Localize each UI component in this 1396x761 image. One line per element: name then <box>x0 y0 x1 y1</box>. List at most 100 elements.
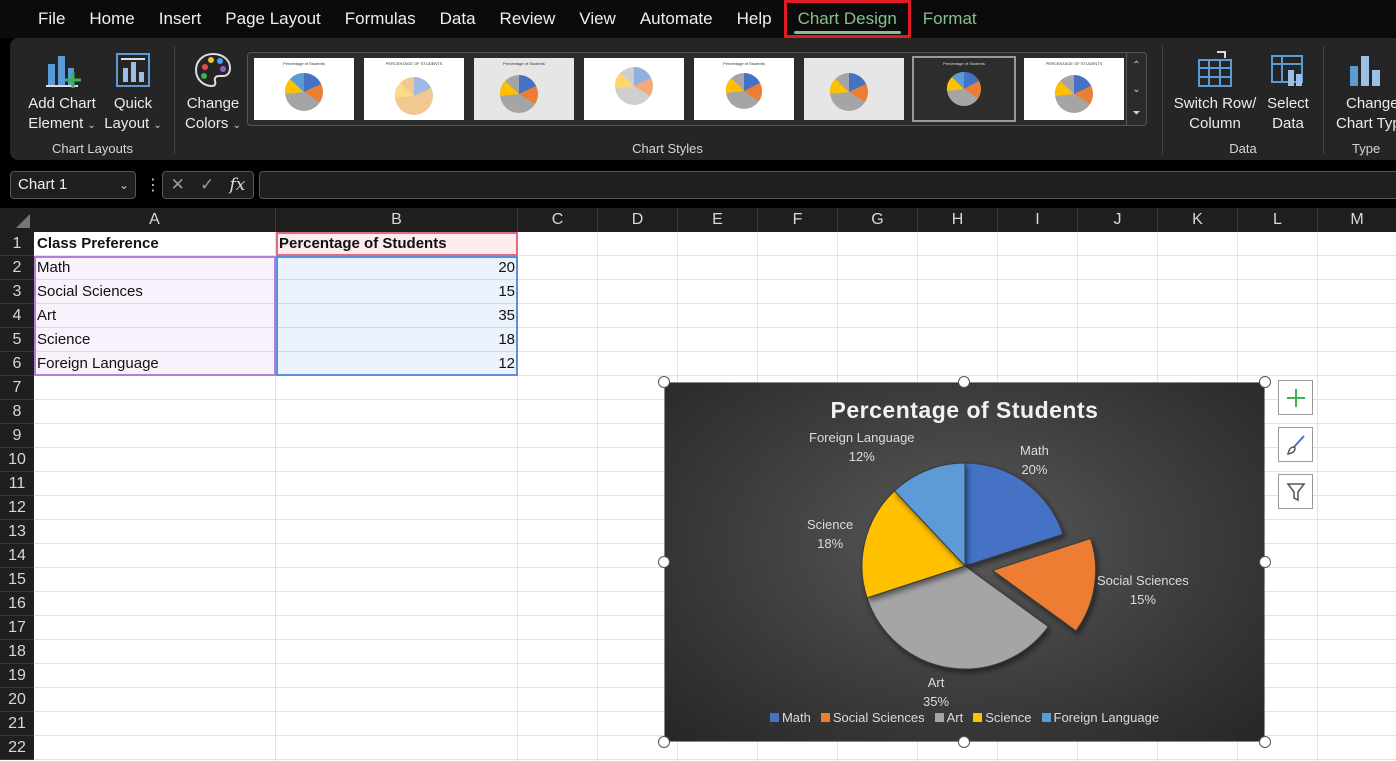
menu-view[interactable]: View <box>567 0 628 38</box>
menu-file[interactable]: File <box>26 0 77 38</box>
column-header-d[interactable]: D <box>598 208 678 232</box>
column-header-b[interactable]: B <box>276 208 518 232</box>
chart-style-thumb-2[interactable]: PERCENTAGE OF STUDENTS <box>364 58 464 120</box>
enter-icon[interactable]: ✓ <box>200 175 214 195</box>
column-header-k[interactable]: K <box>1158 208 1238 232</box>
data-label-foreign-language[interactable]: Foreign Language 12% <box>809 428 915 466</box>
cell-a3[interactable]: Social Sciences <box>34 280 276 304</box>
resize-handle-top-right[interactable] <box>1259 376 1271 388</box>
row-header-14[interactable]: 14 <box>0 544 34 568</box>
pie-plot-area[interactable] <box>665 383 1266 743</box>
column-header-c[interactable]: C <box>518 208 598 232</box>
column-header-m[interactable]: M <box>1318 208 1396 232</box>
chart-style-thumb-7-selected[interactable]: Percentage of Students <box>912 56 1016 122</box>
row-header-8[interactable]: 8 <box>0 400 34 424</box>
pie-chart[interactable]: Percentage of Students Math 20% Social S… <box>664 382 1265 742</box>
row-header-20[interactable]: 20 <box>0 688 34 712</box>
chart-style-thumb-3[interactable]: Percentage of Students <box>474 58 574 120</box>
row-header-6[interactable]: 6 <box>0 352 34 376</box>
column-header-h[interactable]: H <box>918 208 998 232</box>
resize-handle-bottom-right[interactable] <box>1259 736 1271 748</box>
menu-page-layout[interactable]: Page Layout <box>213 0 332 38</box>
column-header-g[interactable]: G <box>838 208 918 232</box>
row-header-2[interactable]: 2 <box>0 256 34 280</box>
resize-handle-right[interactable] <box>1259 556 1271 568</box>
row-header-16[interactable]: 16 <box>0 592 34 616</box>
row-header-13[interactable]: 13 <box>0 520 34 544</box>
row-header-21[interactable]: 21 <box>0 712 34 736</box>
row-header-4[interactable]: 4 <box>0 304 34 328</box>
chevron-down-icon[interactable]: ⌄ <box>119 172 129 198</box>
chart-style-thumb-6[interactable] <box>804 58 904 120</box>
cell-a5[interactable]: Science <box>34 328 276 352</box>
data-label-social-sciences[interactable]: Social Sciences 15% <box>1097 571 1189 609</box>
legend-item-art[interactable]: Art <box>934 710 963 725</box>
row-header-22[interactable]: 22 <box>0 736 34 760</box>
switch-row-column-button[interactable]: Switch Row/ Column <box>1169 44 1261 134</box>
column-header-i[interactable]: I <box>998 208 1078 232</box>
menu-insert[interactable]: Insert <box>147 0 214 38</box>
column-header-f[interactable]: F <box>758 208 838 232</box>
cell-b3[interactable]: 15 <box>276 280 518 304</box>
change-chart-type-button[interactable]: Change Chart Typ <box>1330 44 1396 134</box>
column-header-a[interactable]: A <box>34 208 276 232</box>
resize-handle-top-left[interactable] <box>658 376 670 388</box>
cell-b6[interactable]: 12 <box>276 352 518 376</box>
cell-a6[interactable]: Foreign Language <box>34 352 276 376</box>
gallery-scroll-up-icon[interactable]: ⌃ <box>1126 53 1146 77</box>
row-header-7[interactable]: 7 <box>0 376 34 400</box>
row-header-17[interactable]: 17 <box>0 616 34 640</box>
cell-a2[interactable]: Math <box>34 256 276 280</box>
data-label-science[interactable]: Science 18% <box>807 515 853 553</box>
row-header-3[interactable]: 3 <box>0 280 34 304</box>
quick-layout-button[interactable]: Quick Layout ⌄ <box>102 44 164 136</box>
chart-style-thumb-4[interactable] <box>584 58 684 120</box>
chart-styles-button[interactable] <box>1278 427 1313 462</box>
column-header-e[interactable]: E <box>678 208 758 232</box>
chart-style-thumb-1[interactable]: Percentage of Students <box>254 58 354 120</box>
cell-b5[interactable]: 18 <box>276 328 518 352</box>
resize-handle-left[interactable] <box>658 556 670 568</box>
tab-format[interactable]: Format <box>911 0 989 38</box>
chart-legend[interactable]: Math Social Sciences Art Science Foreign… <box>665 710 1264 725</box>
resize-handle-bottom-left[interactable] <box>658 736 670 748</box>
cell-b2[interactable]: 20 <box>276 256 518 280</box>
add-chart-element-button[interactable]: Add Chart Element ⌄ <box>22 44 102 136</box>
chart-filters-button[interactable] <box>1278 474 1313 509</box>
menu-data[interactable]: Data <box>428 0 488 38</box>
select-all-corner[interactable] <box>0 208 34 232</box>
more-options-icon[interactable]: ⋮ <box>145 175 161 195</box>
formula-input[interactable] <box>259 171 1396 199</box>
legend-item-science[interactable]: Science <box>973 710 1032 725</box>
menu-help[interactable]: Help <box>725 0 784 38</box>
column-header-j[interactable]: J <box>1078 208 1158 232</box>
legend-item-foreign-language[interactable]: Foreign Language <box>1041 710 1159 725</box>
gallery-scroll-down-icon[interactable]: ⌄ <box>1126 77 1146 101</box>
row-header-1[interactable]: 1 <box>0 232 34 256</box>
data-label-math[interactable]: Math 20% <box>1020 441 1049 479</box>
menu-formulas[interactable]: Formulas <box>333 0 428 38</box>
column-header-l[interactable]: L <box>1238 208 1318 232</box>
row-header-18[interactable]: 18 <box>0 640 34 664</box>
cell-a1[interactable]: Class Preference <box>34 232 276 256</box>
row-header-9[interactable]: 9 <box>0 424 34 448</box>
select-data-button[interactable]: Select Data <box>1263 44 1313 134</box>
menu-review[interactable]: Review <box>488 0 568 38</box>
gallery-expand-icon[interactable]: ⏷ <box>1126 101 1146 125</box>
row-header-19[interactable]: 19 <box>0 664 34 688</box>
data-label-art[interactable]: Art 35% <box>923 673 949 711</box>
chart-style-thumb-5[interactable]: Percentage of Students <box>694 58 794 120</box>
menu-automate[interactable]: Automate <box>628 0 725 38</box>
cell-b4[interactable]: 35 <box>276 304 518 328</box>
resize-handle-top[interactable] <box>958 376 970 388</box>
legend-item-math[interactable]: Math <box>769 710 811 725</box>
cell-a4[interactable]: Art <box>34 304 276 328</box>
row-header-15[interactable]: 15 <box>0 568 34 592</box>
insert-function-icon[interactable]: fx <box>230 175 246 195</box>
row-header-10[interactable]: 10 <box>0 448 34 472</box>
name-box[interactable]: Chart 1 ⌄ <box>10 171 136 199</box>
menu-home[interactable]: Home <box>77 0 146 38</box>
change-colors-button[interactable]: Change Colors ⌄ <box>179 44 247 136</box>
chart-style-thumb-8[interactable]: PERCENTAGE OF STUDENTS <box>1024 58 1124 120</box>
row-header-11[interactable]: 11 <box>0 472 34 496</box>
